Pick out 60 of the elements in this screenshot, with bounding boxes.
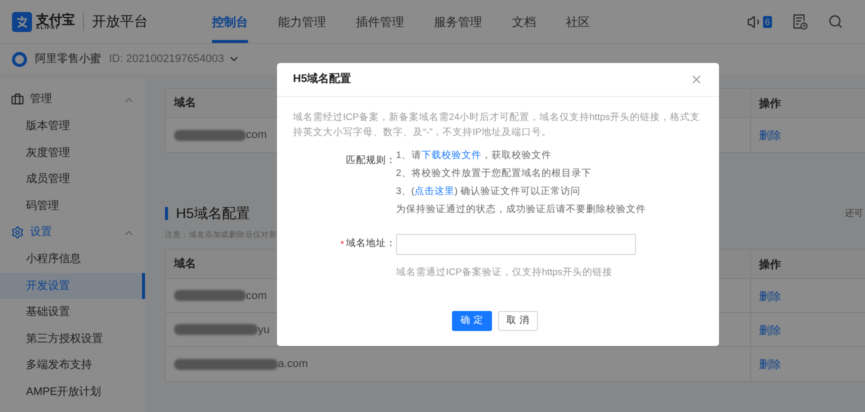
table-cell-text: a.com — [278, 357, 308, 372]
sidebar-group[interactable]: 设置 — [30, 224, 52, 241]
sidebar-item[interactable]: AMPE开放计划 — [0, 378, 145, 405]
nav-tab[interactable]: 社区 — [566, 0, 590, 43]
account-id: ID: 2021002197654003 — [109, 52, 224, 67]
sidebar-item[interactable]: 成员管理 — [0, 166, 145, 192]
domain-input-field[interactable] — [396, 234, 636, 255]
delete-link[interactable]: 删除 — [759, 359, 781, 372]
document-clock-icon[interactable] — [792, 14, 808, 30]
briefcase-icon — [11, 93, 24, 106]
section-title: H5域名配置 — [176, 204, 250, 223]
column-header: 操作 — [759, 98, 781, 110]
rule-text: 2、将校验文件放置于您配置域名的根目录下 — [396, 167, 592, 181]
column-header: 操作 — [759, 259, 781, 272]
rules-label: 匹配规则： — [346, 155, 396, 166]
search-icon[interactable] — [828, 14, 843, 29]
modal-description: 域名需经过ICP备案，新备案域名需24小时后才可配置，域名仅支持https开头的链接，格式支持英文大小写字母、数字、及“-”，不支持IP地址及端口号。 — [293, 111, 701, 140]
column-header: 域名 — [174, 256, 196, 272]
close-icon[interactable] — [690, 73, 703, 86]
redaction-mark — [174, 290, 246, 302]
sidebar-group[interactable]: 管理 — [30, 91, 52, 108]
sidebar-item[interactable]: 开发设置 — [0, 272, 145, 299]
nav-tab[interactable]: 服务管理 — [434, 0, 482, 43]
delete-link[interactable]: 删除 — [759, 290, 781, 303]
logo-text: 支付宝 — [36, 12, 75, 26]
nav-tab[interactable]: 插件管理 — [356, 0, 404, 43]
nav-tab[interactable]: 文档 — [512, 0, 536, 43]
redaction-mark — [174, 130, 246, 140]
field-label: 域名地址： — [346, 237, 396, 252]
sidebar-item[interactable]: 小程序信息 — [0, 246, 145, 272]
rule-link[interactable]: 点击这里 — [414, 186, 454, 197]
rule-text: 3、(点击这里) 确认验证文件可以正常访问 — [396, 185, 582, 199]
sidebar-item[interactable]: 基础设置 — [0, 299, 145, 326]
side-note: 还可 — [845, 206, 863, 220]
confirm-button[interactable]: 确 定 — [452, 311, 492, 331]
rule-text: 为保持验证通过的状态，成功验证后请不要删除校验文件 — [396, 203, 646, 217]
rule-text: 1、请下载校验文件，获取校验文件 — [396, 149, 552, 163]
avatar-icon — [12, 52, 27, 66]
field-help: 域名需通过ICP备案验证，仅支持https开头的链接 — [396, 267, 612, 278]
platform-title: 开放平台 — [92, 12, 148, 31]
modal-title: H5域名配置 — [293, 72, 352, 88]
cancel-button[interactable]: 取 消 — [498, 311, 538, 331]
sidebar-item[interactable]: 多端发布支持 — [0, 352, 145, 378]
table-cell-text: yu — [258, 322, 270, 338]
table-cell-text: com — [246, 128, 267, 143]
column-header: 域名 — [174, 96, 196, 111]
alipay-logo-icon — [12, 12, 32, 32]
table-cell-text: com — [246, 288, 267, 304]
gear-icon — [11, 226, 24, 239]
required-mark: * — [340, 238, 344, 251]
sidebar-item[interactable]: 码管理 — [0, 192, 145, 219]
sidebar-item[interactable]: 灰度管理 — [0, 140, 145, 166]
delete-link[interactable]: 删除 — [759, 130, 781, 142]
delete-link[interactable]: 删除 — [759, 324, 781, 337]
nav-tab[interactable]: 能力管理 — [278, 0, 326, 43]
sidebar-item[interactable]: 第三方授权设置 — [0, 326, 145, 352]
account-name: 阿里零售小蜜 — [35, 52, 101, 67]
notification-badge: 6 — [762, 16, 772, 28]
sidebar-item[interactable]: 版本管理 — [0, 113, 145, 140]
rule-link[interactable]: 下载校验文件 — [421, 150, 482, 161]
